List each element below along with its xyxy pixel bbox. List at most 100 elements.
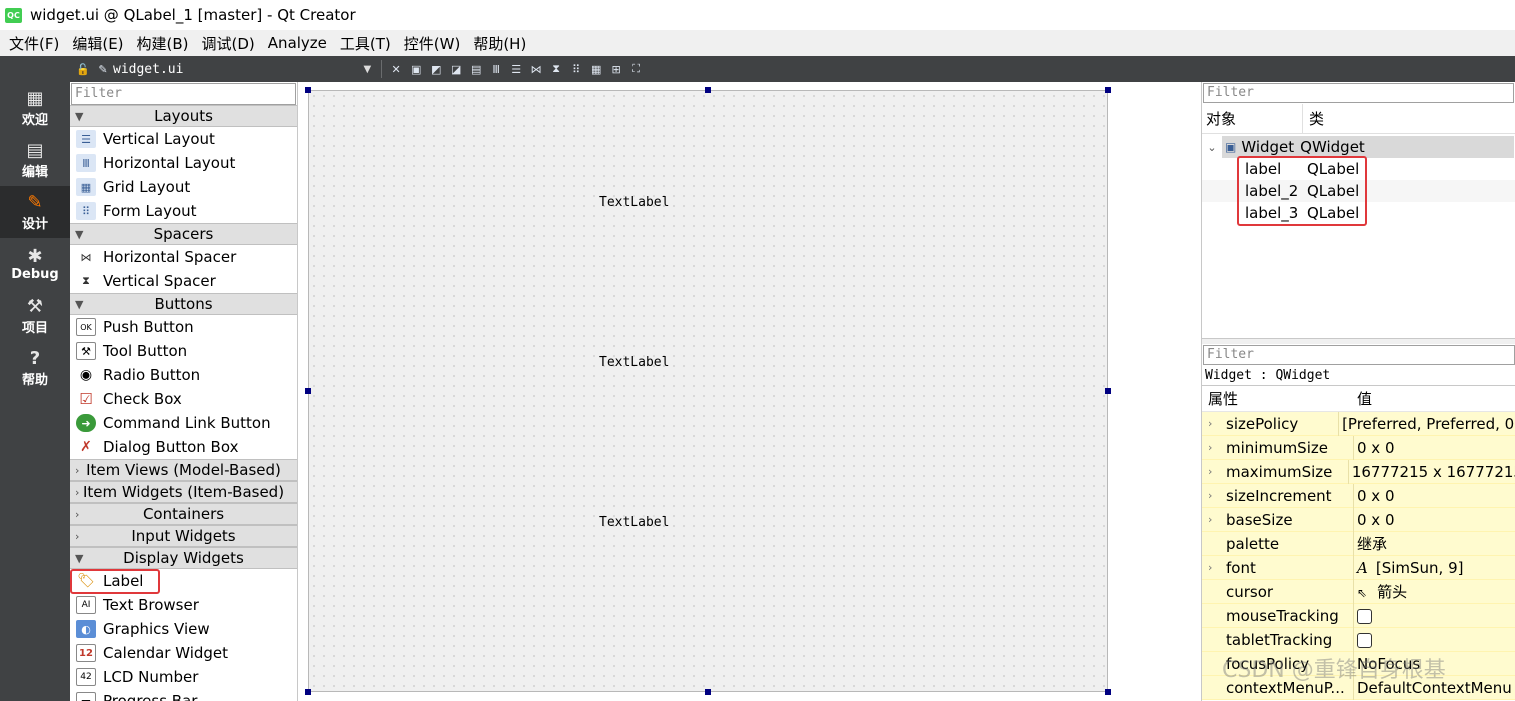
mode-debug[interactable]: ✱ Debug: [0, 238, 70, 290]
text-label-1[interactable]: TextLabel: [599, 195, 669, 210]
property-value[interactable]: 16777215 x 16777215: [1349, 463, 1515, 481]
property-row-palette[interactable]: palette 继承: [1202, 531, 1515, 556]
chevron-right-icon[interactable]: ›: [1208, 412, 1212, 436]
adjust-size-icon[interactable]: ⛶: [629, 62, 643, 76]
widget-item-vertical-layout[interactable]: ☰ Vertical Layout: [70, 127, 297, 151]
chevron-right-icon[interactable]: ›: [1208, 556, 1212, 580]
mode-welcome[interactable]: ▦ 欢迎: [0, 82, 70, 134]
text-label-3[interactable]: TextLabel: [599, 515, 669, 530]
widget-filter-input[interactable]: Filter: [71, 83, 296, 105]
category-buttons[interactable]: ▼ Buttons: [70, 293, 297, 315]
widget-item-check-box[interactable]: ☑ Check Box: [70, 387, 297, 411]
widget-item-grid-layout[interactable]: ▦ Grid Layout: [70, 175, 297, 199]
column-value[interactable]: 值: [1354, 388, 1372, 409]
form-widget[interactable]: TextLabel TextLabel TextLabel: [308, 90, 1108, 692]
column-class[interactable]: 类: [1302, 103, 1324, 134]
mouse-tracking-checkbox[interactable]: [1357, 608, 1372, 624]
resize-handle[interactable]: [1105, 87, 1111, 93]
category-containers[interactable]: › Containers: [70, 503, 297, 525]
property-row-maximum-size[interactable]: › maximumSize 16777215 x 16777215: [1202, 459, 1515, 484]
panel-splitter[interactable]: [1202, 338, 1515, 344]
widget-item-dialog-button-box[interactable]: ✗ Dialog Button Box: [70, 435, 297, 459]
widget-item-push-button[interactable]: OK Push Button: [70, 315, 297, 339]
resize-handle[interactable]: [305, 689, 311, 695]
property-row-mouse-tracking[interactable]: mouseTracking: [1202, 603, 1515, 628]
widget-item-calendar-widget[interactable]: 12 Calendar Widget: [70, 641, 297, 665]
category-display-widgets[interactable]: ▼ Display Widgets: [70, 547, 297, 569]
widget-item-text-browser[interactable]: AI Text Browser: [70, 593, 297, 617]
layout-grid-icon[interactable]: ▦: [589, 62, 603, 76]
property-row-tablet-tracking[interactable]: tabletTracking: [1202, 627, 1515, 652]
object-row-root[interactable]: ⌄ ▣ Widget QWidget: [1202, 136, 1515, 158]
category-input-widgets[interactable]: › Input Widgets: [70, 525, 297, 547]
menu-debug[interactable]: 调试(D): [197, 33, 260, 54]
menu-controls[interactable]: 控件(W): [399, 33, 466, 54]
menu-help[interactable]: 帮助(H): [468, 33, 531, 54]
property-value[interactable]: 0 x 0: [1354, 511, 1395, 529]
category-spacers[interactable]: ▼ Spacers: [70, 223, 297, 245]
layout-vertical-splitter-icon[interactable]: ⧗: [549, 62, 563, 76]
layout-horizontal-splitter-icon[interactable]: ⋈: [529, 62, 543, 76]
resize-handle[interactable]: [305, 388, 311, 394]
widget-item-command-link-button[interactable]: ➜ Command Link Button: [70, 411, 297, 435]
layout-horizontal-icon[interactable]: Ⅲ: [489, 62, 503, 76]
property-value[interactable]: 继承: [1354, 533, 1387, 554]
widget-item-label[interactable]: 🏷 Label: [70, 569, 297, 594]
widget-item-tool-button[interactable]: ⚒ Tool Button: [70, 339, 297, 363]
chevron-right-icon[interactable]: ›: [1208, 436, 1212, 460]
widget-item-lcd-number[interactable]: 42 LCD Number: [70, 665, 297, 689]
property-value-cell[interactable]: A [SimSun, 9]: [1354, 559, 1463, 577]
menu-analyze[interactable]: Analyze: [263, 34, 332, 52]
edit-widgets-icon[interactable]: ▣: [409, 62, 423, 76]
category-layouts[interactable]: ▼ Layouts: [70, 105, 297, 127]
resize-handle[interactable]: [1105, 689, 1111, 695]
layout-form-icon[interactable]: ⠿: [569, 62, 583, 76]
property-row-size-policy[interactable]: › sizePolicy [Preferred, Preferred, 0, 0]: [1202, 411, 1515, 436]
chevron-down-icon[interactable]: ▼: [363, 64, 371, 75]
property-filter-input[interactable]: Filter: [1203, 345, 1515, 365]
property-row-font[interactable]: › font A [SimSun, 9]: [1202, 555, 1515, 580]
close-icon[interactable]: ✕: [389, 62, 403, 76]
menu-file[interactable]: 文件(F): [4, 33, 64, 54]
chevron-right-icon[interactable]: ›: [1208, 508, 1212, 532]
category-item-views[interactable]: › Item Views (Model-Based): [70, 459, 297, 481]
resize-handle[interactable]: [305, 87, 311, 93]
menu-build[interactable]: 构建(B): [132, 33, 194, 54]
widget-item-horizontal-layout[interactable]: Ⅲ Horizontal Layout: [70, 151, 297, 175]
resize-handle[interactable]: [1105, 388, 1111, 394]
property-value[interactable]: 0 x 0: [1354, 439, 1395, 457]
property-value[interactable]: [Preferred, Preferred, 0, 0]: [1339, 415, 1515, 433]
break-layout-icon[interactable]: ⊞: [609, 62, 623, 76]
widget-item-graphics-view[interactable]: ◐ Graphics View: [70, 617, 297, 641]
widget-item-form-layout[interactable]: ⠿ Form Layout: [70, 199, 297, 223]
mode-design[interactable]: ✎ 设计: [0, 186, 70, 238]
mode-edit[interactable]: ▤ 编辑: [0, 134, 70, 186]
widget-item-progress-bar[interactable]: ▬ Progress Bar: [70, 689, 297, 701]
widget-item-horizontal-spacer[interactable]: ⋈ Horizontal Spacer: [70, 245, 297, 269]
property-row-size-increment[interactable]: › sizeIncrement 0 x 0: [1202, 483, 1515, 508]
column-property[interactable]: 属性: [1202, 388, 1354, 409]
property-row-cursor[interactable]: cursor ⇖ 箭头: [1202, 579, 1515, 604]
property-value-cell[interactable]: ⇖ 箭头: [1354, 581, 1407, 602]
tablet-tracking-checkbox[interactable]: [1357, 632, 1372, 648]
chevron-down-icon[interactable]: ⌄: [1202, 141, 1222, 154]
widget-item-vertical-spacer[interactable]: ⧗ Vertical Spacer: [70, 269, 297, 293]
text-label-2[interactable]: TextLabel: [599, 355, 669, 370]
edit-signals-icon[interactable]: ◩: [429, 62, 443, 76]
property-row-minimum-size[interactable]: › minimumSize 0 x 0: [1202, 435, 1515, 460]
resize-handle[interactable]: [705, 87, 711, 93]
column-object[interactable]: 对象: [1202, 108, 1302, 129]
widget-item-radio-button[interactable]: ◉ Radio Button: [70, 363, 297, 387]
mode-projects[interactable]: ⚒ 项目: [0, 290, 70, 342]
resize-handle[interactable]: [705, 689, 711, 695]
edit-buddies-icon[interactable]: ◪: [449, 62, 463, 76]
menu-edit[interactable]: 编辑(E): [67, 33, 128, 54]
property-value[interactable]: 0 x 0: [1354, 487, 1395, 505]
property-row-base-size[interactable]: › baseSize 0 x 0: [1202, 507, 1515, 532]
menu-tools[interactable]: 工具(T): [335, 33, 396, 54]
chevron-right-icon[interactable]: ›: [1208, 460, 1212, 484]
category-item-widgets[interactable]: › Item Widgets (Item-Based): [70, 481, 297, 503]
object-filter-input[interactable]: Filter: [1203, 83, 1514, 103]
layout-vertical-icon[interactable]: ☰: [509, 62, 523, 76]
edit-tab-order-icon[interactable]: ▤: [469, 62, 483, 76]
